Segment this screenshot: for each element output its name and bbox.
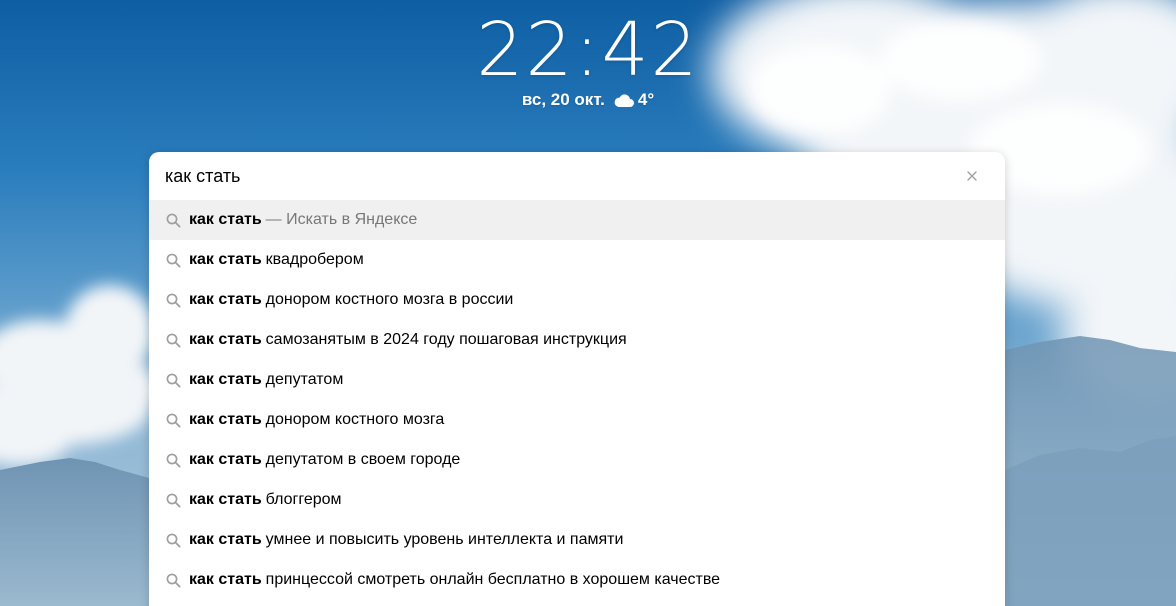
weather-temperature: 4° bbox=[637, 90, 655, 109]
search-icon bbox=[165, 332, 181, 348]
suggestion-item[interactable]: как стать донором костного мозга в росси… bbox=[149, 280, 1005, 320]
suggestion-completion: принцессой смотреть онлайн бесплатно в х… bbox=[265, 571, 721, 588]
suggestion-completion: блоггером bbox=[265, 491, 342, 508]
suggestion-query: как стать bbox=[189, 251, 262, 268]
search-icon bbox=[165, 412, 181, 428]
date-weather-bar: вс, 20 окт. 4° bbox=[0, 88, 1176, 112]
search-icon bbox=[165, 292, 181, 308]
search-icon bbox=[165, 212, 181, 228]
weather-widget[interactable]: 4° bbox=[613, 88, 654, 112]
suggestion-item[interactable]: как стать самозанятым в 2024 году пошаго… bbox=[149, 320, 1005, 360]
suggestion-query: как стать bbox=[189, 531, 262, 548]
suggestion-query: как стать bbox=[189, 371, 262, 388]
suggestion-item[interactable]: как стать донором костного мозга bbox=[149, 400, 1005, 440]
suggestion-item[interactable]: как стать депутатом в своем городе bbox=[149, 440, 1005, 480]
search-icon bbox=[165, 452, 181, 468]
search-row bbox=[149, 152, 1005, 200]
suggestion-item[interactable]: как стать блоггером bbox=[149, 480, 1005, 520]
suggestion-item[interactable]: как стать — Искать в Яндексе bbox=[149, 200, 1005, 240]
suggestion-completion: умнее и повысить уровень интеллекта и па… bbox=[265, 531, 624, 548]
suggestion-query: как стать bbox=[189, 571, 262, 588]
suggestion-item[interactable]: как стать умнее и повысить уровень интел… bbox=[149, 520, 1005, 560]
suggestion-list: как стать — Искать в Яндексе как стать к… bbox=[149, 200, 1005, 600]
search-icon bbox=[165, 492, 181, 508]
new-tab-page: 22:42 вс, 20 окт. 4° как стать как стать… bbox=[0, 0, 1176, 606]
suggestion-completion: квадробером bbox=[265, 251, 364, 268]
suggestion-query: как стать bbox=[189, 491, 262, 508]
suggestion-item[interactable]: как стать депутатом bbox=[149, 360, 1005, 400]
suggestion-completion: донором костного мозга в россии bbox=[265, 291, 514, 308]
suggestion-item[interactable]: как стать квадробером bbox=[149, 240, 1005, 280]
search-panel: как стать — Искать в Яндексе как стать к… bbox=[149, 152, 1005, 606]
suggestion-query: как стать bbox=[189, 211, 262, 228]
suggestion-completion: донором костного мозга bbox=[265, 411, 445, 428]
suggestion-query: как стать bbox=[189, 411, 262, 428]
clock-time: 22:42 bbox=[476, 7, 700, 93]
search-icon bbox=[165, 572, 181, 588]
search-icon bbox=[165, 372, 181, 388]
search-icon bbox=[165, 532, 181, 548]
suggestion-query: как стать bbox=[189, 451, 262, 468]
suggestion-hint: — Искать в Яндексе bbox=[265, 211, 418, 228]
close-icon[interactable] bbox=[963, 167, 981, 185]
date-label: вс, 20 окт. bbox=[521, 90, 605, 109]
suggestion-completion: депутатом bbox=[265, 371, 344, 388]
cloud-icon bbox=[613, 92, 635, 108]
search-icon bbox=[165, 252, 181, 268]
suggestion-query: как стать bbox=[189, 331, 262, 348]
search-input[interactable] bbox=[165, 161, 945, 191]
suggestion-query: как стать bbox=[189, 291, 262, 308]
suggestion-completion: самозанятым в 2024 году пошаговая инстру… bbox=[265, 331, 627, 348]
suggestion-item[interactable]: как стать принцессой смотреть онлайн бес… bbox=[149, 560, 1005, 600]
suggestion-completion: депутатом в своем городе bbox=[265, 451, 461, 468]
